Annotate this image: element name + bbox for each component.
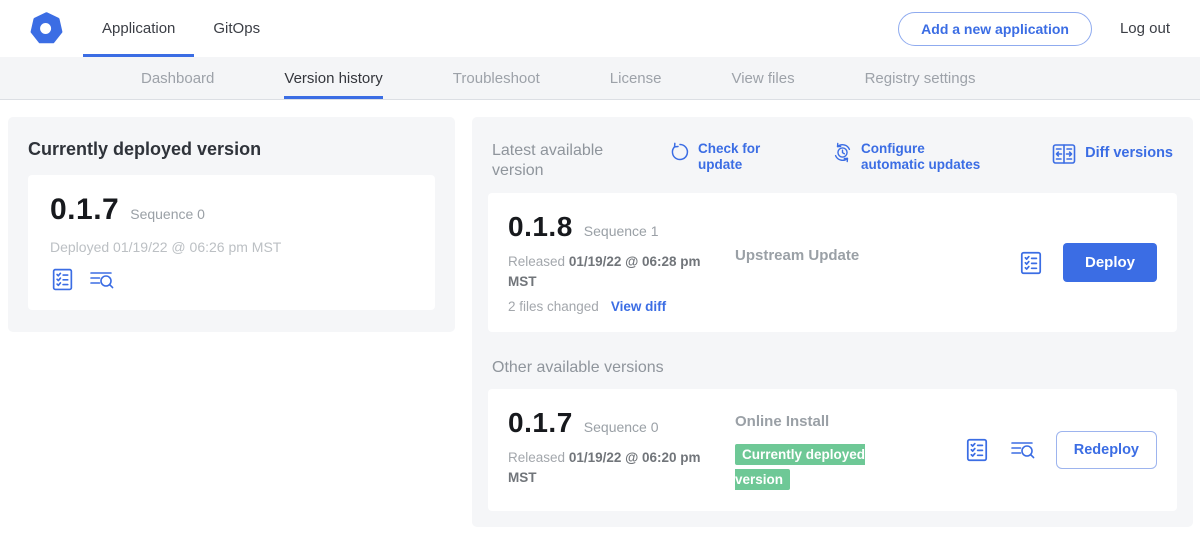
- view-logs-icon[interactable]: [88, 268, 116, 292]
- diff-versions-link[interactable]: Diff versions: [1051, 141, 1173, 166]
- check-for-update-label: Check for update: [698, 141, 770, 173]
- diff-versions-label: Diff versions: [1085, 145, 1173, 162]
- latest-released-date: Released 01/19/22 @ 06:28 pm MST: [508, 252, 713, 291]
- latest-version-number: 0.1.8: [508, 211, 573, 243]
- other-version-number: 0.1.7: [508, 407, 573, 439]
- diff-versions-icon: [1051, 142, 1077, 166]
- subtab-license[interactable]: License: [610, 57, 662, 99]
- release-notes-icon[interactable]: [964, 437, 990, 463]
- release-notes-icon[interactable]: [50, 267, 75, 292]
- latest-version-card: 0.1.8 Sequence 1 Released 01/19/22 @ 06:…: [488, 193, 1177, 332]
- deployed-date-label: Deployed 01/19/22 @ 06:26 pm MST: [50, 239, 413, 255]
- subtab-troubleshoot[interactable]: Troubleshoot: [453, 57, 540, 99]
- other-source-label: Online Install: [735, 413, 829, 430]
- top-bar: Application GitOps Add a new application…: [0, 0, 1200, 57]
- available-versions-panel: Latest available version Check for updat…: [472, 117, 1193, 527]
- tab-gitops[interactable]: GitOps: [194, 0, 279, 57]
- view-logs-icon[interactable]: [1009, 438, 1037, 462]
- latest-source-label: Upstream Update: [735, 247, 859, 264]
- app-subnav: Dashboard Version history Troubleshoot L…: [0, 57, 1200, 100]
- kots-logo-icon: [30, 12, 63, 45]
- available-header: Latest available version Check for updat…: [488, 141, 1177, 181]
- other-available-versions-title: Other available versions: [492, 359, 1173, 377]
- deployed-sequence-label: Sequence 0: [130, 206, 205, 222]
- redeploy-button[interactable]: Redeploy: [1056, 431, 1157, 469]
- refresh-icon: [670, 142, 690, 162]
- subtab-view-files[interactable]: View files: [731, 57, 794, 99]
- deploy-button[interactable]: Deploy: [1063, 243, 1157, 282]
- currently-deployed-title: Currently deployed version: [28, 139, 435, 160]
- configure-automatic-updates-label: Configure automatic updates: [861, 141, 991, 173]
- files-changed-label: 2 files changed: [508, 299, 599, 314]
- other-released-date: Released 01/19/22 @ 06:20 pm MST: [508, 448, 713, 487]
- other-version-card: 0.1.7 Sequence 0 Released 01/19/22 @ 06:…: [488, 389, 1177, 511]
- view-diff-link[interactable]: View diff: [611, 299, 666, 314]
- release-notes-icon[interactable]: [1018, 250, 1044, 276]
- deployed-version-card: 0.1.7 Sequence 0 Deployed 01/19/22 @ 06:…: [28, 175, 435, 310]
- main-content: Currently deployed version 0.1.7 Sequenc…: [0, 100, 1200, 527]
- deployed-version-number: 0.1.7: [50, 193, 119, 227]
- subtab-registry-settings[interactable]: Registry settings: [865, 57, 976, 99]
- subtab-version-history[interactable]: Version history: [284, 57, 382, 99]
- other-sequence-label: Sequence 0: [584, 419, 659, 435]
- logout-link[interactable]: Log out: [1120, 20, 1170, 37]
- check-for-update-link[interactable]: Check for update: [670, 141, 770, 173]
- configure-automatic-updates-link[interactable]: Configure automatic updates: [832, 141, 991, 173]
- app-logo[interactable]: [30, 0, 63, 57]
- currently-deployed-badge: Currently deployed version: [735, 444, 865, 490]
- clock-refresh-icon: [832, 142, 853, 163]
- tab-application[interactable]: Application: [83, 0, 194, 57]
- subtab-dashboard[interactable]: Dashboard: [141, 57, 214, 99]
- add-new-application-button[interactable]: Add a new application: [898, 12, 1092, 46]
- topbar-right: Add a new application Log out: [898, 0, 1170, 57]
- currently-deployed-panel: Currently deployed version 0.1.7 Sequenc…: [8, 117, 455, 332]
- latest-sequence-label: Sequence 1: [584, 223, 659, 239]
- latest-available-title: Latest available version: [492, 141, 644, 181]
